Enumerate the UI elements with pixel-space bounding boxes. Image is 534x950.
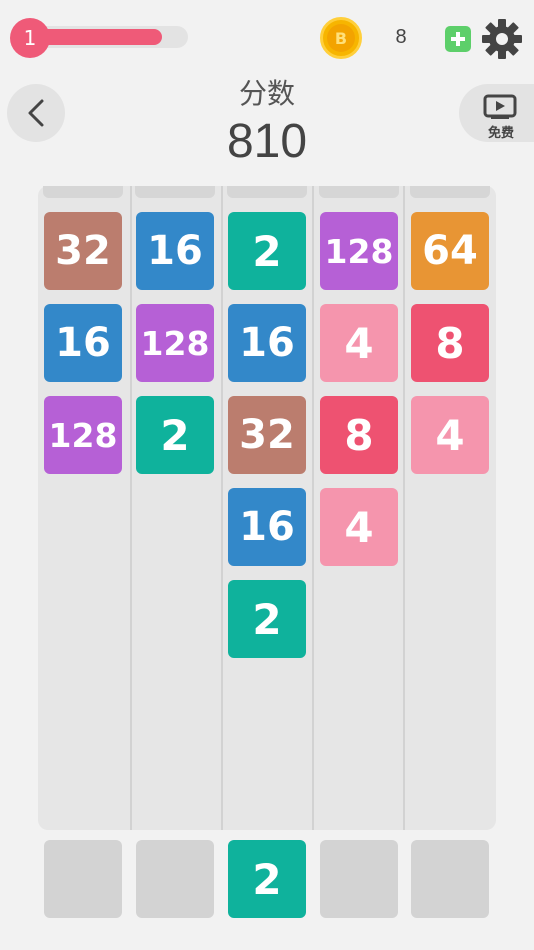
tile[interactable]: 2 (136, 396, 214, 474)
empty-slot (320, 840, 398, 918)
column-separator (130, 186, 132, 830)
tile[interactable]: 2 (228, 580, 306, 658)
tile[interactable]: 32 (44, 212, 122, 290)
tile[interactable]: 4 (320, 488, 398, 566)
column-drop-zone[interactable] (135, 186, 215, 198)
tile[interactable]: 2 (228, 212, 306, 290)
column-separator (312, 186, 314, 830)
column-separator (403, 186, 405, 830)
free-video-button[interactable]: 免费 (459, 84, 534, 142)
level-badge: 1 (10, 18, 50, 58)
level-progress: 1 (10, 18, 188, 58)
tile[interactable]: 16 (136, 212, 214, 290)
tile[interactable]: 16 (228, 488, 306, 566)
tile[interactable]: 128 (44, 396, 122, 474)
next-tile[interactable]: 2 (228, 840, 306, 918)
coin-icon: B (320, 17, 362, 59)
tile[interactable]: 8 (320, 396, 398, 474)
column-drop-zone[interactable] (410, 186, 490, 198)
empty-slot (136, 840, 214, 918)
tile[interactable]: 128 (320, 212, 398, 290)
tile[interactable]: 32 (228, 396, 306, 474)
tile[interactable]: 128 (136, 304, 214, 382)
tile[interactable]: 64 (411, 212, 489, 290)
empty-slot (44, 840, 122, 918)
empty-slot (411, 840, 489, 918)
column-drop-zone[interactable] (227, 186, 307, 198)
score-label: 分数 (238, 77, 295, 110)
gear-icon[interactable] (481, 18, 523, 60)
column-drop-zone[interactable] (319, 186, 399, 198)
coin-symbol: B (327, 24, 355, 52)
add-coins-button[interactable] (445, 26, 471, 52)
coin-count: 8 (395, 26, 407, 48)
plus-icon (451, 32, 465, 46)
score-value: 810 (226, 115, 308, 168)
video-play-icon (483, 94, 517, 119)
tile[interactable]: 16 (44, 304, 122, 382)
tile[interactable]: 4 (320, 304, 398, 382)
column-separator (221, 186, 223, 830)
free-label: 免费 (487, 126, 514, 141)
tile[interactable]: 16 (228, 304, 306, 382)
tile[interactable]: 8 (411, 304, 489, 382)
tile[interactable]: 4 (411, 396, 489, 474)
column-drop-zone[interactable] (43, 186, 123, 198)
